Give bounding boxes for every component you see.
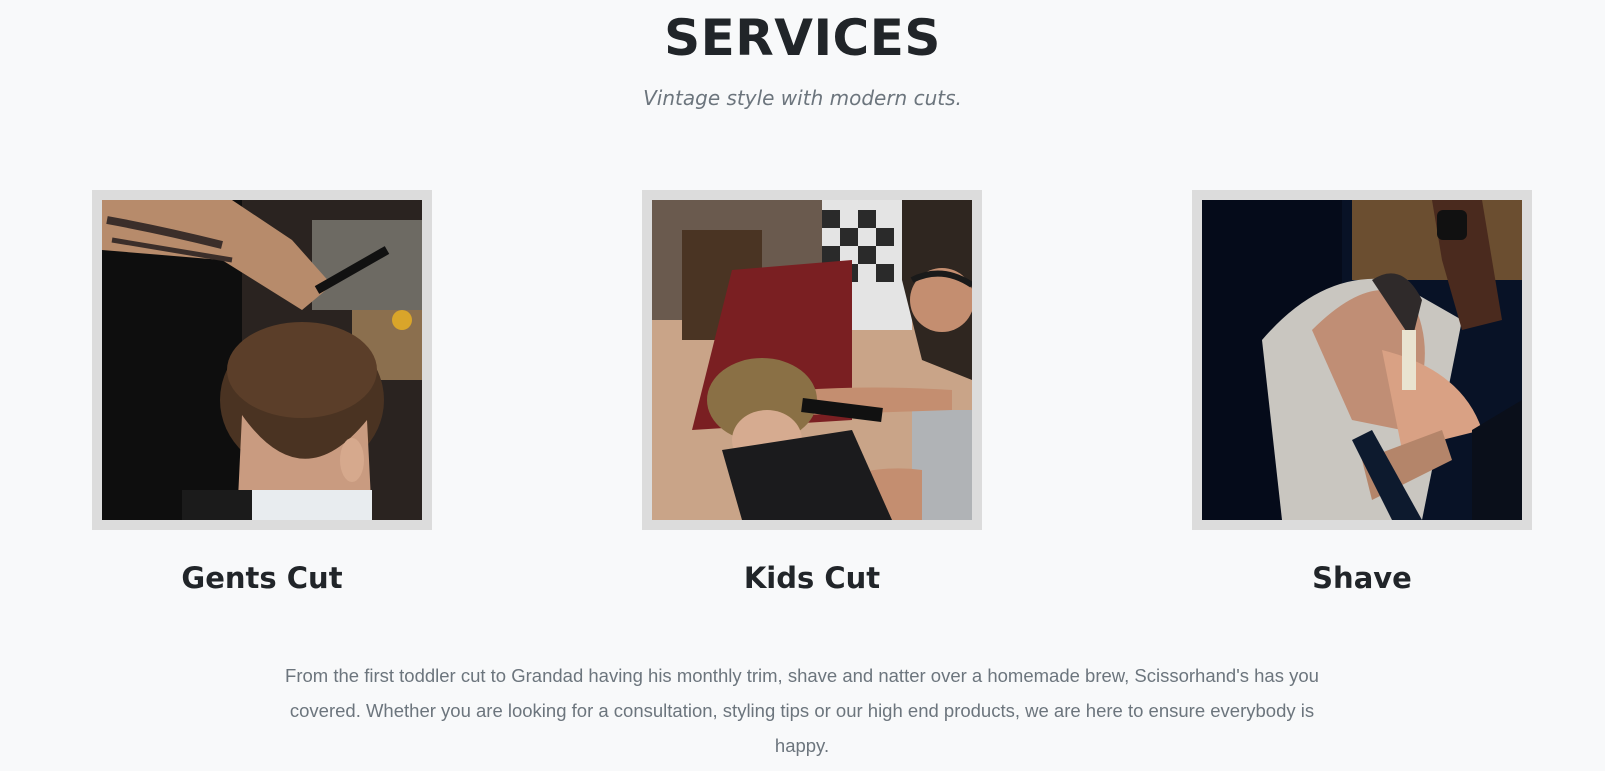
section-title: SERVICES bbox=[664, 9, 941, 67]
photo-frame bbox=[642, 190, 982, 530]
gents-cut-photo bbox=[102, 200, 422, 520]
service-title: Kids Cut bbox=[743, 561, 881, 595]
shave-photo bbox=[1202, 200, 1522, 520]
services-description: From the first toddler cut to Grandad ha… bbox=[285, 665, 1319, 756]
service-title: Shave bbox=[1312, 561, 1412, 595]
photo-frame bbox=[1192, 190, 1532, 530]
service-card-kids-cut: Kids Cut bbox=[642, 190, 982, 596]
section-subtitle: Vintage style with modern cuts. bbox=[643, 86, 962, 110]
photo-frame bbox=[92, 190, 432, 530]
services-section: SERVICES Vintage style with modern cuts. bbox=[0, 0, 1605, 771]
service-title: Gents Cut bbox=[181, 561, 343, 595]
service-card-shave: Shave bbox=[1192, 190, 1532, 596]
kids-cut-photo bbox=[652, 200, 972, 520]
service-card-gents-cut: Gents Cut bbox=[92, 190, 432, 596]
